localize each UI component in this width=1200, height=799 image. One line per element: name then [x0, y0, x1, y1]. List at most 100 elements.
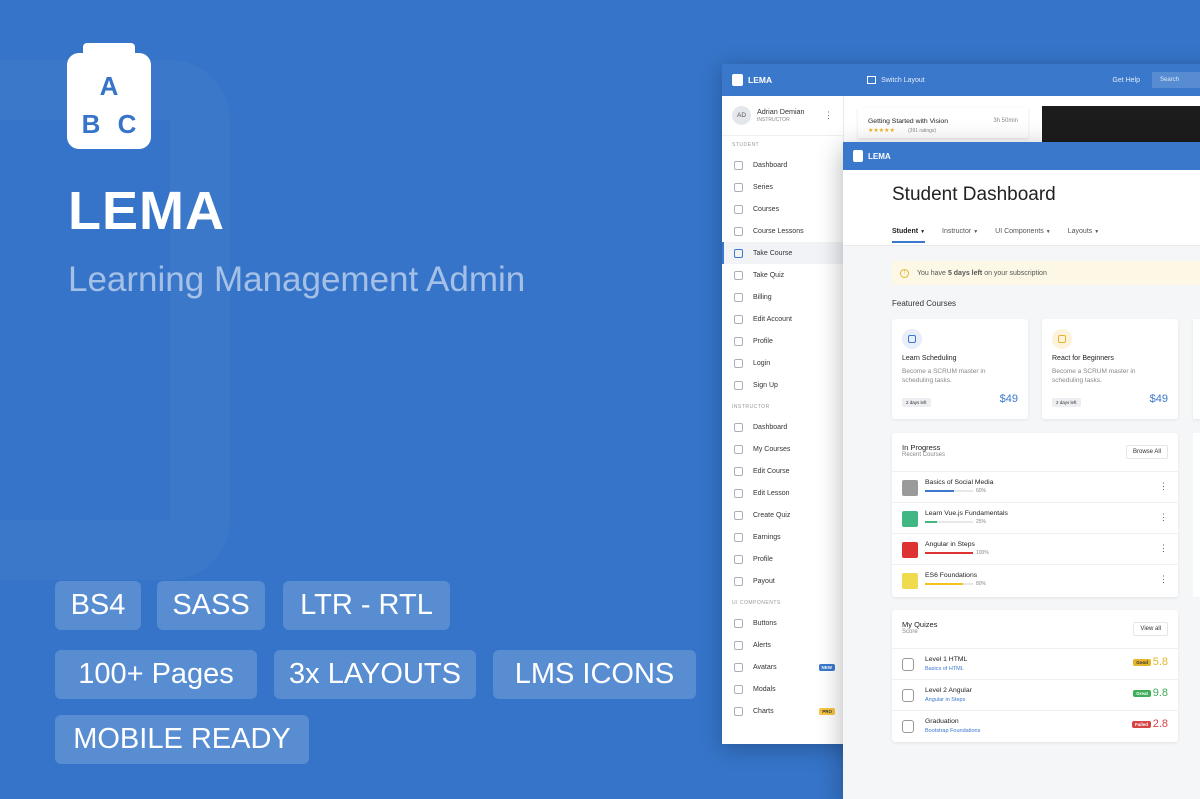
more-icon[interactable]: ⋮ [824, 110, 833, 121]
quiz-row[interactable]: Level 2 Angular Angular in Steps Great 9.8 [892, 679, 1178, 710]
sidebar-item-label: Earnings [753, 533, 781, 541]
sidebar-item-my-courses[interactable]: My Courses [722, 438, 843, 460]
progress-fill [925, 583, 964, 585]
sidebar-item-billing[interactable]: Billing [722, 286, 843, 308]
sidebar-item-series[interactable]: Series [722, 176, 843, 198]
progress-row[interactable]: ES6 Foundations 80% ⋮ [892, 564, 1178, 595]
more-icon[interactable]: ⋮ [1159, 574, 1168, 585]
sidebar-item-edit-course[interactable]: Edit Course [722, 460, 843, 482]
feature-pill: MOBILE READY [55, 715, 309, 764]
user-name: Adrian Demian [757, 106, 805, 116]
days-left-badge: 2 days left [902, 398, 931, 407]
sidebar-item-create-quiz[interactable]: Create Quiz [722, 504, 843, 526]
sidebar-item-label: Edit Lesson [753, 489, 790, 497]
sidebar-item-label: Login [753, 359, 771, 367]
course-price: $49 [999, 393, 1018, 405]
video-player[interactable] [1042, 106, 1200, 142]
sidebar-item-label: Series [753, 183, 773, 191]
more-icon[interactable]: ⋮ [1159, 481, 1168, 492]
sidebar-item-buttons[interactable]: Buttons [722, 612, 843, 634]
sidebar-item-take-quiz[interactable]: Take Quiz [722, 264, 843, 286]
sidebar: AD Adrian Demian INSTRUCTOR ⋮ STUDENT Das… [722, 96, 844, 744]
more-icon[interactable]: ⋮ [1159, 512, 1168, 523]
logo-icon [732, 74, 743, 86]
rating-stars: ★★★★★ [868, 128, 895, 134]
progress-fill [925, 521, 937, 523]
page-title: Student Dashboard [892, 184, 1056, 205]
tab-ui-components[interactable]: UI Components ▼ [995, 224, 1051, 243]
more-icon[interactable]: ⋮ [1159, 543, 1168, 554]
browse-all-button[interactable]: Browse All [1125, 445, 1168, 459]
quiz-row[interactable]: Graduation Bootstrap Foundations Failed 2.8 [892, 710, 1178, 741]
svg-text:A: A [100, 71, 119, 101]
course-icon [902, 329, 922, 349]
tab-instructor[interactable]: Instructor ▼ [942, 224, 978, 243]
sidebar-item-courses[interactable]: Courses [722, 198, 843, 220]
sidebar-item-avatars[interactable]: Avatars NEW [722, 656, 843, 678]
course-title: Getting Started with Vision [868, 118, 948, 125]
search-input[interactable]: Search [1152, 72, 1200, 88]
get-help-link[interactable]: Get Help [1112, 77, 1140, 84]
nav-icon [734, 358, 743, 368]
sidebar-item-dashboard[interactable]: Dashboard [722, 416, 843, 438]
sidebar-item-edit-lesson[interactable]: Edit Lesson [722, 482, 843, 504]
navbar-logo[interactable]: LEMA [732, 74, 772, 86]
in-progress-subtitle: Recent Courses [902, 452, 946, 458]
course-thumbnail [902, 511, 918, 527]
sidebar-item-sign-up[interactable]: Sign Up [722, 374, 843, 396]
progress-row[interactable]: Angular in Steps 100% ⋮ [892, 533, 1178, 564]
progress-row[interactable]: Learn Vue.js Fundamentals 25% ⋮ [892, 502, 1178, 533]
sidebar-item-profile[interactable]: Profile [722, 330, 843, 352]
sidebar-item-label: Buttons [753, 619, 777, 627]
chevron-down-icon: ▼ [973, 229, 979, 235]
sidebar-item-login[interactable]: Login [722, 352, 843, 374]
navbar-logo[interactable]: LEMA [868, 152, 891, 161]
chevron-down-icon: ▼ [1045, 229, 1051, 235]
course-title: Learn Vue.js Fundamentals [925, 510, 1008, 517]
view-all-button[interactable]: View all [1133, 622, 1168, 636]
sidebar-item-course-lessons[interactable]: Course Lessons [722, 220, 843, 242]
nav-icon [734, 618, 743, 628]
feature-pill: LTR - RTL [283, 581, 450, 630]
sidebar-item-modals[interactable]: Modals [722, 678, 843, 700]
nav-icon [734, 270, 743, 280]
sidebar-item-take-course[interactable]: Take Course [722, 242, 843, 264]
tab-layouts[interactable]: Layouts ▼ [1068, 224, 1099, 243]
nav-icon [734, 336, 743, 346]
course-duration: 3h 50min [993, 118, 1018, 124]
quiz-status-badge: Good [1133, 659, 1151, 666]
course-card[interactable]: Getting Started with Vision 3h 50min ★★★… [858, 108, 1028, 138]
user-role: INSTRUCTOR [757, 116, 790, 123]
quiz-status-badge: Failed [1131, 721, 1151, 728]
course-thumbnail [902, 573, 918, 589]
brand-name: LEMA [68, 181, 225, 241]
sidebar-item-charts[interactable]: Charts PRO [722, 700, 843, 722]
sidebar-item-edit-account[interactable]: Edit Account [722, 308, 843, 330]
quiz-row[interactable]: Level 1 HTML Basics of HTML Good 5.8 [892, 648, 1178, 679]
quiz-course-link[interactable]: Basics of HTML [925, 666, 964, 672]
nav-icon [734, 248, 743, 258]
progress-row[interactable]: Basics of Social Media 60% ⋮ [892, 471, 1178, 502]
course-thumbnail [902, 542, 918, 558]
nav-icon [734, 314, 743, 324]
featured-course-card[interactable]: React for Beginners Become a SCRUM master… [1042, 319, 1178, 419]
progress-label: 60% [976, 488, 987, 494]
sidebar-item-profile[interactable]: Profile [722, 548, 843, 570]
sidebar-item-label: Profile [753, 337, 773, 345]
sidebar-item-dashboard[interactable]: Dashboard [722, 154, 843, 176]
switch-layout-button[interactable]: Switch Layout [867, 76, 925, 84]
sidebar-item-label: Edit Course [753, 467, 790, 475]
progress-bar [925, 583, 973, 585]
featured-course-card[interactable]: Learn Scheduling Become a SCRUM master in… [892, 319, 1028, 419]
quiz-course-link[interactable]: Angular in Steps [925, 697, 965, 703]
sidebar-item-payout[interactable]: Payout [722, 570, 843, 592]
tab-student[interactable]: Student ▼ [892, 224, 926, 243]
quiz-score: 5.8 [1152, 656, 1168, 668]
sidebar-item-earnings[interactable]: Earnings [722, 526, 843, 548]
sidebar-item-alerts[interactable]: Alerts [722, 634, 843, 656]
quiz-course-link[interactable]: Bootstrap Foundations [925, 728, 980, 734]
quiz-score: 9.8 [1152, 687, 1168, 699]
featured-heading: Featured Courses [892, 299, 957, 308]
quiz-score: 2.8 [1152, 718, 1168, 730]
user-profile[interactable]: AD Adrian Demian INSTRUCTOR ⋮ [722, 96, 843, 136]
